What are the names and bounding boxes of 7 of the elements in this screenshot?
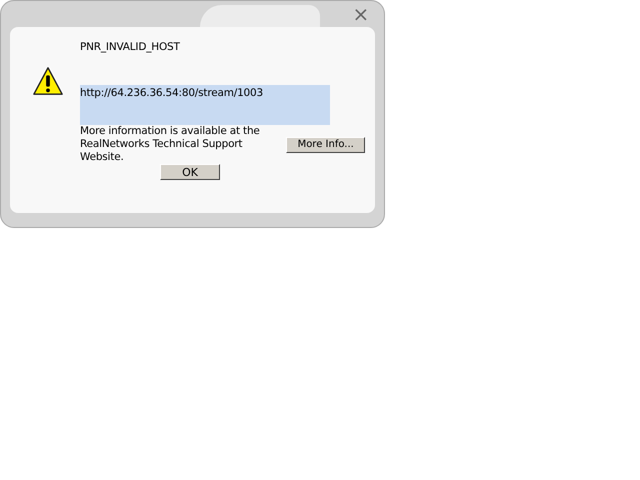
ok-button[interactable]: OK [160,164,220,180]
close-icon[interactable]: × [352,3,369,25]
more-info-button[interactable]: More Info... [286,136,365,152]
warning-icon [32,65,64,97]
url-field[interactable]: http://64.236.36.54:80/stream/1003 [80,85,330,125]
info-message: More information is available at the RealNetworks Technical Support Website. [80,125,261,164]
error-code: PNR_INVALID_HOST [80,41,181,55]
